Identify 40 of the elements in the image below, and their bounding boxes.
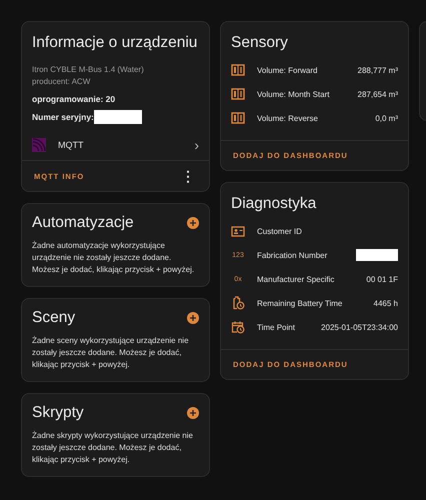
entity-name[interactable]: Manufacturer Specific bbox=[257, 274, 354, 284]
entity-value: 00 01 1F bbox=[366, 274, 398, 284]
entity-value: 288,777 m³ bbox=[358, 66, 398, 74]
card-title: Sceny bbox=[32, 309, 76, 327]
entity-name[interactable]: Volume: Reverse bbox=[257, 114, 364, 122]
entity-name[interactable]: Customer ID bbox=[257, 226, 398, 236]
card-title: Automatyzacje bbox=[32, 214, 134, 232]
counter-icon bbox=[231, 111, 245, 125]
manufacturer-text: producent: ACW bbox=[32, 76, 92, 88]
id-card-icon bbox=[231, 224, 245, 238]
add-icon[interactable] bbox=[187, 407, 199, 419]
card-title: Diagnostyka bbox=[231, 195, 318, 213]
model-text: Itron CYBLE M-Bus 1.4 (Water) bbox=[32, 64, 145, 76]
empty-message: Żadne automatyzacje wykorzystujące urządzenie nie zostały jeszcze dodane. Możesz je dodać, klikając przycisk + powyżej. bbox=[32, 240, 196, 276]
mqtt-logo-icon bbox=[32, 138, 46, 152]
calendar-clock-icon bbox=[231, 320, 245, 334]
firmware-text: oprogramowanie: 20 bbox=[32, 94, 116, 104]
add-icon[interactable] bbox=[187, 312, 199, 324]
entity-name[interactable]: Volume: Month Start bbox=[257, 90, 346, 98]
counter-icon bbox=[231, 63, 245, 77]
card-title: Skrypty bbox=[32, 404, 84, 422]
serial-label: Numer seryjny: bbox=[32, 112, 94, 122]
card-title: Sensory bbox=[231, 34, 289, 52]
entity-name[interactable]: Remaining Battery Time bbox=[257, 298, 362, 308]
entity-value: 2025-01-05T23:34:00 bbox=[321, 322, 398, 332]
card-title: Informacje o urządzeniu bbox=[32, 34, 198, 52]
empty-message: Żadne skrypty wykorzystujące urządzenie nie zostały jeszcze dodane. Możesz je dodać, klikając przycisk + powyżej. bbox=[32, 430, 194, 466]
integration-name[interactable]: MQTT bbox=[58, 140, 182, 150]
entity-name[interactable]: Volume: Forward bbox=[257, 66, 346, 74]
entity-value: 287,654 m³ bbox=[358, 90, 398, 98]
entity-value: 4465 h bbox=[374, 298, 398, 308]
entity-name[interactable]: Fabrication Number bbox=[257, 250, 344, 260]
entity-name[interactable]: Time Point bbox=[257, 322, 310, 332]
chevron-icon[interactable]: › bbox=[194, 140, 199, 150]
empty-message: Żadne sceny wykorzystujące urządzenie nie zostały jeszcze dodane. Możesz je dodać, klikając przycisk + powyżej. bbox=[32, 335, 190, 371]
battery-clock-icon bbox=[231, 296, 245, 310]
menu-button[interactable]: ⋮ bbox=[177, 169, 199, 183]
counter-icon bbox=[231, 87, 245, 101]
add-icon[interactable] bbox=[187, 217, 199, 229]
entity-value: 0,0 m³ bbox=[375, 114, 398, 122]
